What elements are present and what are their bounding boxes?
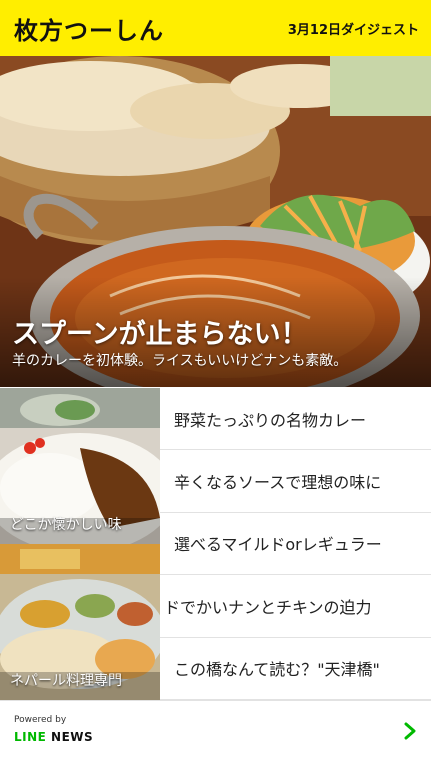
thumbnail-article-2[interactable]: ネパール料理専門 <box>0 544 160 700</box>
thumbnail-caption-2: ネパール料理専門 <box>10 673 122 689</box>
chevron-right-icon[interactable] <box>403 721 417 741</box>
header: 枚方つーしん 3月12日ダイジェスト <box>0 0 431 56</box>
list-item[interactable]: この橋なんて読む？"天津橋" <box>160 638 431 700</box>
powered-by-label: Powered by <box>14 715 67 725</box>
line-news-logo: LINE NEWS <box>14 730 93 744</box>
digest-date: 3月12日ダイジェスト <box>287 22 419 38</box>
list-item[interactable]: 野菜たっぷりの名物カレー <box>160 388 431 451</box>
list-item[interactable]: 辛くなるソースで理想の味に <box>160 450 431 513</box>
hero-title: スプーンが止まらない！ <box>12 319 308 350</box>
hero-article[interactable]: スプーンが止まらない！ 羊のカレーを初体験。ライスもいいけどナンも素敵。 <box>0 56 431 387</box>
site-logo[interactable]: 枚方つーしん <box>14 11 164 46</box>
line-news-logo-line: LINE <box>14 730 47 744</box>
hero-subtitle: 羊のカレーを初体験。ライスもいいけどナンも素敵。 <box>12 353 348 369</box>
thumbnail-caption-1: どこか懐かしい味 <box>10 517 122 533</box>
list-item[interactable]: 選べるマイルドorレギュラー <box>160 513 431 576</box>
footer[interactable]: Powered by LINE NEWS <box>0 700 431 761</box>
thumbnail-article-1[interactable]: どこか懐かしい味 <box>0 388 160 544</box>
list-item[interactable]: ドでかいナンとチキンの迫力 <box>160 575 431 638</box>
headline-list: 野菜たっぷりの名物カレー 辛くなるソースで理想の味に 選べるマイルドorレギュラ… <box>160 388 431 700</box>
line-news-logo-news: NEWS <box>51 730 94 744</box>
